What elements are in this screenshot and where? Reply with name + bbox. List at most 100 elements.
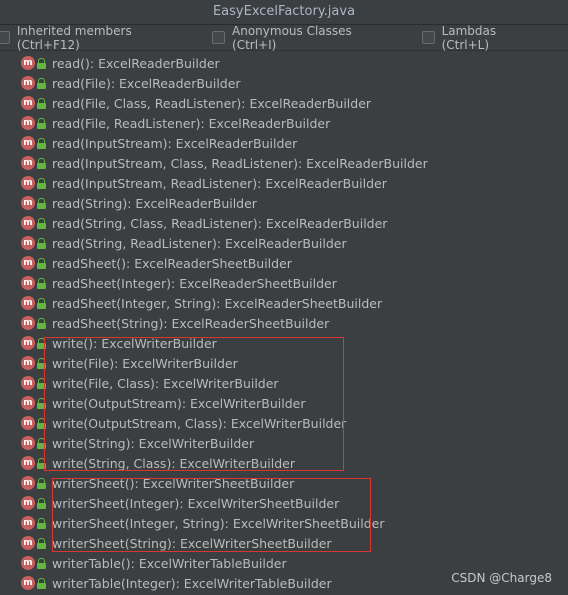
method-icon: m	[21, 496, 35, 510]
method-icon: m	[21, 56, 35, 70]
member-row[interactable]: m readSheet(): ExcelReaderSheetBuilder	[0, 253, 568, 273]
member-row[interactable]: m write(File): ExcelWriterBuilder	[0, 353, 568, 373]
method-icon: m	[21, 516, 35, 530]
member-label: readSheet(): ExcelReaderSheetBuilder	[52, 255, 292, 271]
member-label: write(String, Class): ExcelWriterBuilder	[52, 455, 295, 471]
method-icon: m	[21, 196, 35, 210]
member-row[interactable]: m writerTable(): ExcelWriterTableBuilder	[0, 553, 568, 573]
method-icon: m	[21, 256, 35, 270]
public-lock-icon	[37, 577, 46, 589]
member-row[interactable]: m writerSheet(Integer, String): ExcelWrit…	[0, 513, 568, 533]
member-row[interactable]: m writerSheet(String): ExcelWriterSheetBu…	[0, 533, 568, 553]
member-row[interactable]: m write(String): ExcelWriterBuilder	[0, 433, 568, 453]
public-lock-icon	[37, 157, 46, 169]
member-row[interactable]: m read(InputStream, Class, ReadListener):…	[0, 153, 568, 173]
structure-member-list: m read(): ExcelReaderBuilder m read(File): …	[0, 51, 568, 593]
anonymous-classes-checkbox[interactable]	[212, 31, 226, 44]
member-label: write(File, Class): ExcelWriterBuilder	[52, 375, 279, 391]
member-row[interactable]: m read(String, Class, ReadListener): Exce…	[0, 213, 568, 233]
method-icon: m	[21, 336, 35, 350]
method-icon: m	[21, 76, 35, 90]
member-row[interactable]: m writerSheet(Integer): ExcelWriterSheetB…	[0, 493, 568, 513]
public-lock-icon	[37, 297, 46, 309]
member-row[interactable]: m read(File): ExcelReaderBuilder	[0, 73, 568, 93]
method-icon: m	[21, 376, 35, 390]
member-label: writerTable(): ExcelWriterTableBuilder	[52, 555, 287, 571]
member-label: write(): ExcelWriterBuilder	[52, 335, 217, 351]
member-label: read(InputStream, ReadListener): ExcelRe…	[52, 175, 387, 191]
member-row[interactable]: m write(OutputStream): ExcelWriterBuilder	[0, 393, 568, 413]
public-lock-icon	[37, 337, 46, 349]
method-icon: m	[21, 216, 35, 230]
inherited-members-option[interactable]: Inherited members (Ctrl+F12)	[0, 24, 196, 52]
public-lock-icon	[37, 537, 46, 549]
lambdas-label: Lambdas (Ctrl+L)	[441, 23, 497, 52]
member-label: read(String): ExcelReaderBuilder	[52, 195, 257, 211]
lambdas-checkbox[interactable]	[421, 31, 435, 44]
method-icon: m	[21, 316, 35, 330]
member-label: writerTable(Integer): ExcelWriterTableBu…	[52, 575, 332, 591]
public-lock-icon	[37, 457, 46, 469]
public-lock-icon	[37, 497, 46, 509]
member-row[interactable]: m read(String, ReadListener): ExcelReader…	[0, 233, 568, 253]
member-label: writerSheet(Integer): ExcelWriterSheetBu…	[52, 495, 340, 511]
method-icon: m	[21, 436, 35, 450]
public-lock-icon	[37, 277, 46, 289]
method-icon: m	[21, 176, 35, 190]
public-lock-icon	[37, 357, 46, 369]
member-row[interactable]: m read(InputStream, ReadListener): ExcelR…	[0, 173, 568, 193]
public-lock-icon	[37, 77, 46, 89]
public-lock-icon	[37, 97, 46, 109]
member-label: writerSheet(String): ExcelWriterSheetBui…	[52, 535, 332, 551]
method-icon: m	[21, 416, 35, 430]
method-icon: m	[21, 456, 35, 470]
member-row[interactable]: m read(String): ExcelReaderBuilder	[0, 193, 568, 213]
member-row[interactable]: m readSheet(String): ExcelReaderSheetBuil…	[0, 313, 568, 333]
method-icon: m	[21, 476, 35, 490]
method-icon: m	[21, 136, 35, 150]
member-label: writerSheet(): ExcelWriterSheetBuilder	[52, 475, 295, 491]
member-label: readSheet(String): ExcelReaderSheetBuild…	[52, 315, 330, 331]
member-row[interactable]: m read(File, ReadListener): ExcelReaderBu…	[0, 113, 568, 133]
member-row[interactable]: m write(String, Class): ExcelWriterBuilde…	[0, 453, 568, 473]
method-icon: m	[21, 276, 35, 290]
member-label: read(File, ReadListener): ExcelReaderBui…	[52, 115, 331, 131]
inherited-members-checkbox[interactable]	[0, 31, 10, 44]
member-label: read(InputStream): ExcelReaderBuilder	[52, 135, 298, 151]
member-row[interactable]: m read(InputStream): ExcelReaderBuilder	[0, 133, 568, 153]
method-icon: m	[21, 356, 35, 370]
inherited-members-label: Inherited members (Ctrl+F12)	[16, 23, 132, 52]
public-lock-icon	[37, 237, 46, 249]
public-lock-icon	[37, 137, 46, 149]
method-icon: m	[21, 296, 35, 310]
member-row[interactable]: m readSheet(Integer, String): ExcelReader…	[0, 293, 568, 313]
public-lock-icon	[37, 57, 46, 69]
anonymous-classes-label: Anonymous Classes (Ctrl+I)	[232, 23, 352, 52]
member-label: write(OutputStream): ExcelWriterBuilder	[52, 395, 306, 411]
member-label: read(File, Class, ReadListener): ExcelRe…	[52, 95, 372, 111]
method-icon: m	[21, 396, 35, 410]
member-row[interactable]: m write(): ExcelWriterBuilder	[0, 333, 568, 353]
public-lock-icon	[37, 397, 46, 409]
public-lock-icon	[37, 197, 46, 209]
lambdas-option[interactable]: Lambdas (Ctrl+L)	[421, 23, 546, 52]
member-label: readSheet(Integer): ExcelReaderSheetBuil…	[52, 275, 337, 291]
method-icon: m	[21, 556, 35, 570]
member-row[interactable]: m writerSheet(): ExcelWriterSheetBuilder	[0, 473, 568, 493]
method-icon: m	[21, 156, 35, 170]
member-row[interactable]: m write(File, Class): ExcelWriterBuilder	[0, 373, 568, 393]
member-row[interactable]: m read(File, Class, ReadListener): ExcelR…	[0, 93, 568, 113]
member-row[interactable]: m read(): ExcelReaderBuilder	[0, 53, 568, 73]
member-label: write(String): ExcelWriterBuilder	[52, 435, 255, 451]
public-lock-icon	[37, 417, 46, 429]
watermark: CSDN @Charge8	[451, 571, 552, 585]
public-lock-icon	[37, 317, 46, 329]
method-icon: m	[21, 236, 35, 250]
public-lock-icon	[37, 437, 46, 449]
member-label: writerSheet(Integer, String): ExcelWrite…	[52, 515, 385, 531]
member-label: readSheet(Integer, String): ExcelReaderS…	[52, 295, 383, 311]
anonymous-classes-option[interactable]: Anonymous Classes (Ctrl+I)	[212, 24, 398, 52]
member-row[interactable]: m write(OutputStream, Class): ExcelWriter…	[0, 413, 568, 433]
method-icon: m	[21, 96, 35, 110]
member-row[interactable]: m readSheet(Integer): ExcelReaderSheetBui…	[0, 273, 568, 293]
